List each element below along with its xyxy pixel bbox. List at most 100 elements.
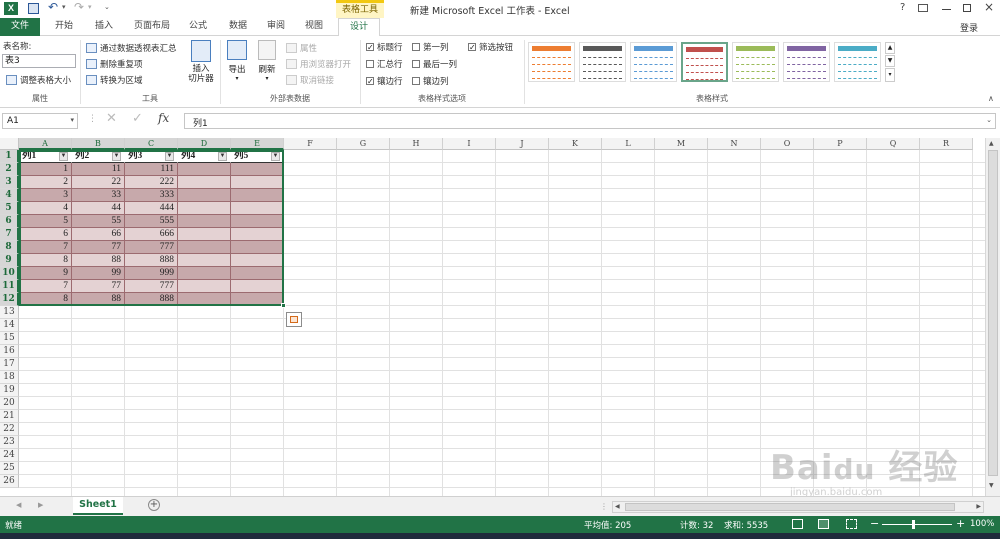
- filter-dropdown-icon[interactable]: ▼: [59, 152, 68, 161]
- horizontal-scrollbar[interactable]: ◀ ▶: [612, 501, 984, 513]
- zoom-in-button[interactable]: +: [956, 517, 965, 530]
- table-cell[interactable]: 7: [19, 280, 72, 293]
- table-cell[interactable]: 66: [72, 228, 125, 241]
- column-header[interactable]: C: [125, 138, 178, 150]
- gallery-scroll-up-icon[interactable]: ▲: [885, 42, 895, 54]
- refresh-button[interactable]: 刷新 ▾: [254, 40, 280, 82]
- column-header[interactable]: L: [602, 138, 655, 150]
- table-name-input[interactable]: 表3: [2, 54, 76, 68]
- option-header-row[interactable]: ✓ 标题行: [366, 41, 403, 53]
- column-header[interactable]: A: [19, 138, 72, 150]
- filter-dropdown-icon[interactable]: ▼: [271, 152, 280, 161]
- table-cell[interactable]: 333: [125, 189, 178, 202]
- table-cell[interactable]: 33: [72, 189, 125, 202]
- column-header[interactable]: G: [337, 138, 390, 150]
- column-header[interactable]: F: [284, 138, 337, 150]
- tab-file[interactable]: 文件: [0, 18, 40, 36]
- row-header[interactable]: 25: [0, 462, 19, 475]
- save-icon[interactable]: [28, 3, 39, 14]
- table-style-swatch[interactable]: [681, 42, 728, 82]
- table-cell[interactable]: 555: [125, 215, 178, 228]
- table-cell[interactable]: 88: [72, 293, 125, 306]
- row-header[interactable]: 2: [0, 163, 19, 176]
- page-break-view-icon[interactable]: [846, 519, 857, 529]
- column-header[interactable]: I: [443, 138, 496, 150]
- option-total-row[interactable]: 汇总行: [366, 58, 403, 70]
- table-cell[interactable]: 666: [125, 228, 178, 241]
- table-cell[interactable]: 111: [125, 163, 178, 176]
- redo-icon[interactable]: ↷: [74, 0, 84, 14]
- filter-dropdown-icon[interactable]: ▼: [165, 152, 174, 161]
- tab-insert[interactable]: 插入: [86, 18, 122, 36]
- normal-view-icon[interactable]: [792, 519, 803, 529]
- column-header[interactable]: K: [549, 138, 602, 150]
- table-cell[interactable]: [178, 189, 231, 202]
- zoom-slider-thumb[interactable]: [912, 520, 915, 529]
- horizontal-scroll-thumb[interactable]: [625, 503, 955, 511]
- row-header[interactable]: 15: [0, 332, 19, 345]
- row-header[interactable]: 7: [0, 228, 19, 241]
- unlink-button[interactable]: 取消链接: [286, 74, 334, 86]
- row-header[interactable]: 22: [0, 423, 19, 436]
- option-banded-columns[interactable]: 镶边列: [412, 75, 449, 87]
- table-cell[interactable]: 22: [72, 176, 125, 189]
- table-cell[interactable]: [231, 215, 284, 228]
- row-header[interactable]: 26: [0, 475, 19, 488]
- table-cell[interactable]: 77: [72, 241, 125, 254]
- column-header[interactable]: E: [231, 138, 284, 150]
- scroll-down-icon[interactable]: ▼: [989, 482, 994, 489]
- fill-handle[interactable]: [281, 303, 286, 308]
- row-header[interactable]: 5: [0, 202, 19, 215]
- option-banded-rows[interactable]: ✓ 镶边行: [366, 75, 403, 87]
- prev-sheet-icon[interactable]: ◀: [16, 501, 21, 509]
- login-link[interactable]: 登录: [960, 21, 978, 34]
- table-cell[interactable]: 44: [72, 202, 125, 215]
- zoom-level[interactable]: 100%: [970, 519, 994, 529]
- redo-dropdown-icon[interactable]: ▾: [88, 3, 92, 11]
- table-cell[interactable]: [231, 202, 284, 215]
- table-cell[interactable]: 1: [19, 163, 72, 176]
- table-cell[interactable]: 777: [125, 280, 178, 293]
- table-cell[interactable]: [231, 163, 284, 176]
- table-cell[interactable]: [178, 280, 231, 293]
- table-cell[interactable]: 77: [72, 280, 125, 293]
- table-cell[interactable]: 88: [72, 254, 125, 267]
- table-header-cell[interactable]: 列2 ▼: [72, 150, 125, 163]
- table-cell[interactable]: [231, 293, 284, 306]
- table-cell[interactable]: 777: [125, 241, 178, 254]
- open-in-browser-button[interactable]: 用浏览器打开: [286, 58, 351, 70]
- add-sheet-button[interactable]: +: [148, 499, 160, 511]
- table-cell[interactable]: 5: [19, 215, 72, 228]
- row-header[interactable]: 18: [0, 371, 19, 384]
- table-cell[interactable]: [178, 254, 231, 267]
- page-layout-view-icon[interactable]: [818, 519, 829, 529]
- name-box-dropdown-icon[interactable]: ▾: [70, 116, 74, 124]
- row-header[interactable]: 19: [0, 384, 19, 397]
- total-row-checkbox[interactable]: [366, 60, 374, 68]
- first-column-checkbox[interactable]: [412, 43, 420, 51]
- close-icon[interactable]: ×: [984, 0, 994, 14]
- row-header[interactable]: 3: [0, 176, 19, 189]
- resize-table-button[interactable]: 调整表格大小: [6, 74, 71, 86]
- expand-formula-icon[interactable]: ⌄: [986, 116, 992, 124]
- scroll-up-icon[interactable]: ▲: [989, 140, 994, 147]
- restore-icon[interactable]: [963, 4, 971, 12]
- header-row-checkbox[interactable]: ✓: [366, 43, 374, 52]
- row-header[interactable]: 12: [0, 293, 19, 306]
- help-icon[interactable]: ?: [900, 2, 905, 13]
- pivot-summarize-button[interactable]: 通过数据透视表汇总: [86, 42, 177, 54]
- table-style-swatch[interactable]: [630, 42, 677, 82]
- row-header[interactable]: 11: [0, 280, 19, 293]
- insert-slicer-button[interactable]: 插入 切片器: [186, 40, 216, 90]
- export-button[interactable]: 导出 ▾: [224, 40, 250, 82]
- table-style-swatch[interactable]: [579, 42, 626, 82]
- table-cell[interactable]: [178, 267, 231, 280]
- zoom-slider-track[interactable]: [882, 524, 952, 525]
- next-sheet-icon[interactable]: ▶: [38, 501, 43, 509]
- filter-dropdown-icon[interactable]: ▼: [112, 152, 121, 161]
- table-header-cell[interactable]: 列1 ▼: [19, 150, 72, 163]
- table-cell[interactable]: [231, 280, 284, 293]
- column-header[interactable]: O: [761, 138, 814, 150]
- tab-data[interactable]: 数据: [220, 18, 256, 36]
- row-header[interactable]: 17: [0, 358, 19, 371]
